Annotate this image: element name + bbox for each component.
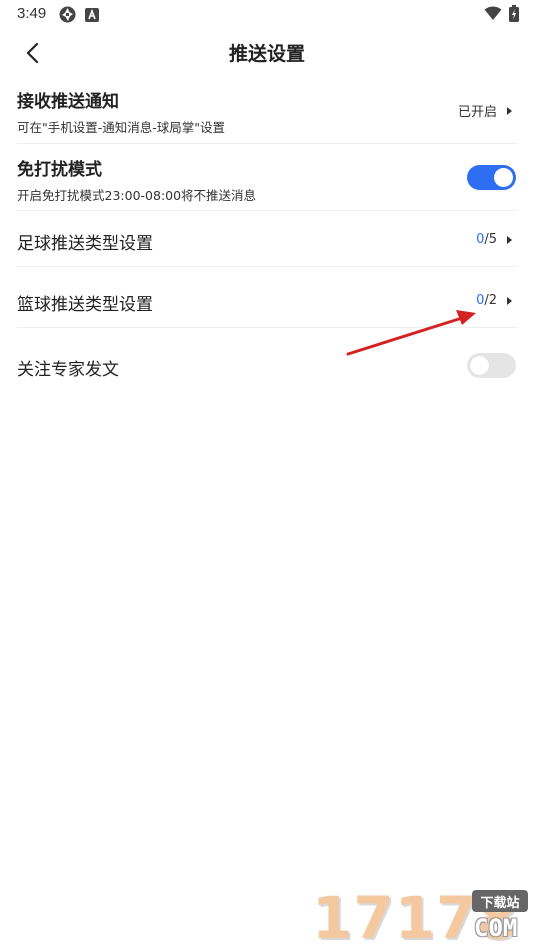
status-bar: 3:49 bbox=[0, 0, 534, 28]
page-title: 推送设置 bbox=[228, 43, 305, 65]
status-time: 3:49 bbox=[17, 5, 47, 22]
basketball-types-row[interactable]: 篮球推送类型设置 0 /2 bbox=[0, 267, 534, 328]
caret-right-icon bbox=[507, 296, 512, 305]
dnd-mode-subtitle: 开启免打扰模式23:00-08:00将不推送消息 bbox=[17, 188, 257, 203]
a-box-icon bbox=[85, 7, 99, 26]
expert-posts-title: 关注专家发文 bbox=[17, 360, 119, 380]
dnd-mode-row: 免打扰模式 开启免打扰模式23:00-08:00将不推送消息 bbox=[0, 144, 534, 211]
watermark-logo: 17178 下载站 COM bbox=[306, 884, 534, 950]
toggle-knob bbox=[494, 168, 513, 187]
dnd-mode-toggle[interactable] bbox=[467, 165, 516, 190]
expert-posts-toggle[interactable] bbox=[467, 353, 516, 378]
football-total-count: /5 bbox=[484, 232, 497, 247]
receive-push-subtitle: 可在"手机设置-通知消息-球局掌"设置 bbox=[17, 120, 226, 135]
dnd-mode-title: 免打扰模式 bbox=[17, 160, 102, 180]
wifi-icon bbox=[484, 6, 502, 25]
football-types-count[interactable]: 0 /5 bbox=[476, 232, 512, 247]
basketball-selected-count: 0 bbox=[476, 293, 485, 308]
receive-push-title: 接收推送通知 bbox=[17, 92, 119, 112]
football-types-title: 足球推送类型设置 bbox=[17, 234, 153, 254]
football-selected-count: 0 bbox=[476, 232, 485, 247]
basketball-types-title: 篮球推送类型设置 bbox=[17, 295, 153, 315]
caret-right-icon bbox=[507, 106, 512, 115]
football-types-row[interactable]: 足球推送类型设置 0 /5 bbox=[0, 211, 534, 267]
caret-right-icon bbox=[507, 235, 512, 244]
header: 推送设置 bbox=[0, 28, 534, 76]
expert-posts-row: 关注专家发文 bbox=[0, 328, 534, 402]
watermark-tag: 下载站 bbox=[472, 890, 528, 912]
aperture-icon bbox=[59, 6, 76, 27]
toggle-knob bbox=[470, 356, 489, 375]
watermark-domain: COM bbox=[474, 914, 518, 942]
receive-push-status-link[interactable]: 已开启 bbox=[458, 101, 512, 120]
receive-push-status: 已开启 bbox=[457, 105, 497, 120]
battery-charging-icon bbox=[509, 5, 519, 26]
basketball-types-count[interactable]: 0 /2 bbox=[476, 293, 512, 308]
basketball-total-count: /2 bbox=[484, 293, 497, 308]
screen: 3:49 推送设置 接收推送通知 可在"手机设置-通知消息-球局掌"设置 已开启… bbox=[0, 0, 534, 950]
receive-push-row[interactable]: 接收推送通知 可在"手机设置-通知消息-球局掌"设置 已开启 bbox=[0, 78, 534, 144]
